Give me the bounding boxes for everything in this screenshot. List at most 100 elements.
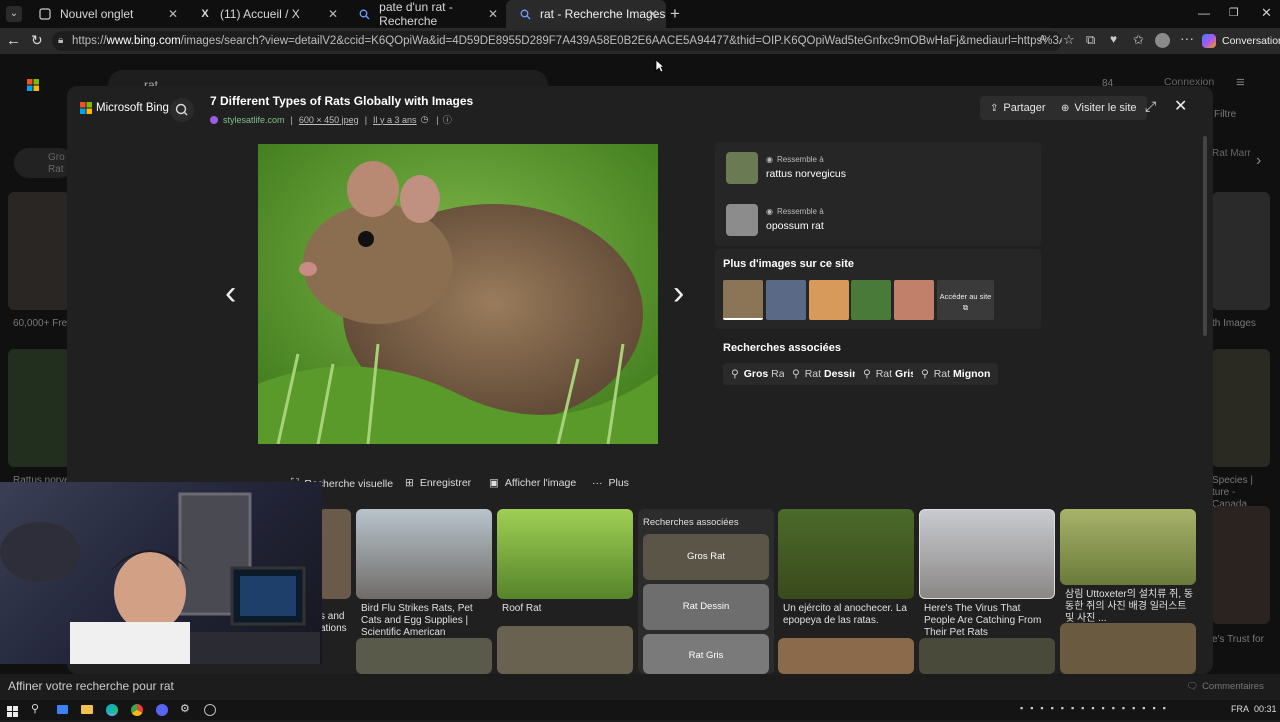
access-site-button[interactable]: Accéder au site ⧉: [937, 280, 994, 320]
read-aloud-icon[interactable]: Aᐧ: [1039, 34, 1048, 45]
right-result-thumb-1[interactable]: [1212, 192, 1270, 310]
expand-icon[interactable]: ⤢: [1145, 98, 1156, 115]
result-thumb-korean[interactable]: [1060, 509, 1196, 585]
left-result-thumb-1[interactable]: [8, 192, 70, 310]
source-link[interactable]: stylesatlife.com: [223, 115, 285, 125]
tray-icons[interactable]: ▪▪▪▪▪▪▪▪▪▪▪▪▪▪▪: [1020, 703, 1173, 713]
result-thumb-roof-rat[interactable]: [497, 509, 633, 599]
grid-related-gros-rat[interactable]: Gros Rat: [643, 534, 769, 580]
copilot-icon: [1202, 34, 1216, 48]
tab-rat-paw-search[interactable]: pate d'un rat - Recherche ✕: [346, 0, 506, 28]
minimize-icon[interactable]: —: [1198, 6, 1210, 20]
image-age[interactable]: Il y a 3 ans: [373, 115, 417, 125]
resembles-item[interactable]: ◉ Ressemble à opossum rat: [726, 204, 1026, 238]
menu-hamburger-icon[interactable]: ≡: [1236, 74, 1245, 91]
info-icon[interactable]: ⓘ: [443, 113, 452, 126]
close-modal-icon[interactable]: ✕: [1174, 96, 1187, 116]
windows-start-icon[interactable]: [7, 704, 18, 717]
modal-scrollbar[interactable]: [1203, 136, 1207, 336]
site-image-thumb[interactable]: [766, 280, 806, 320]
filter-button[interactable]: Filtre: [1214, 109, 1236, 120]
taskbar-search-icon[interactable]: ⚲: [31, 702, 39, 715]
image-meta: stylesatlife.com | 600 × 450 jpeg | Il y…: [210, 113, 452, 126]
language-indicator[interactable]: FRA: [1231, 704, 1249, 714]
left-related-chip[interactable]: Gro Rat: [14, 148, 74, 178]
favorites-list-icon[interactable]: ✩: [1133, 32, 1144, 48]
resembles-item[interactable]: ◉ Ressemble à rattus norvegicus: [726, 152, 1026, 186]
image-size[interactable]: 600 × 450 jpeg: [299, 115, 359, 125]
resembles-thumb: [726, 204, 758, 236]
search-icon: [358, 7, 371, 21]
site-image-thumb[interactable]: [851, 280, 891, 320]
tab-close-icon[interactable]: ✕: [648, 7, 658, 21]
tab-close-icon[interactable]: ✕: [168, 7, 178, 21]
tab-new-tab[interactable]: Nouvel onglet ✕: [26, 0, 186, 28]
result-thumb-row2[interactable]: [1060, 623, 1196, 674]
right-related-chip[interactable]: Rat Marr: [1212, 148, 1260, 180]
tab-x-home[interactable]: X (11) Accueil / X ✕: [186, 0, 346, 28]
tab-rat-images[interactable]: rat - Recherche Images ✕: [506, 0, 666, 28]
bing-logo[interactable]: Microsoft Bing: [80, 102, 169, 114]
site-image-thumb[interactable]: [894, 280, 934, 320]
chrome-icon[interactable]: [131, 704, 143, 716]
profile-avatar[interactable]: [1155, 33, 1170, 48]
visit-site-button[interactable]: ⊕ Visiter le site: [1051, 96, 1147, 120]
address-toolbar: ← ↻ 🔒︎ https://www.bing.com/images/searc…: [0, 28, 1280, 54]
file-explorer-icon[interactable]: [57, 705, 68, 714]
result-thumb-bird-flu[interactable]: [356, 509, 492, 599]
folder-icon[interactable]: [81, 705, 93, 714]
main-image[interactable]: [258, 144, 658, 444]
discord-icon[interactable]: [156, 704, 168, 716]
share-button[interactable]: ⇪ Partager: [980, 96, 1056, 120]
right-result-thumb-3[interactable]: [1212, 506, 1270, 624]
site-image-thumb[interactable]: [723, 280, 763, 320]
edge-browser-icon[interactable]: [106, 704, 118, 716]
result-thumb-row2[interactable]: [497, 626, 633, 674]
result-caption-ejercito: Un ejército al anochecer. La epopeya de …: [783, 603, 907, 626]
save-button[interactable]: ⊞ Enregistrer: [405, 477, 471, 489]
restore-icon[interactable]: ❐: [1229, 6, 1239, 19]
result-thumb-row2[interactable]: [356, 638, 492, 674]
right-result-caption-1: th Images: [1212, 318, 1256, 329]
result-thumb-row2[interactable]: [778, 638, 914, 674]
extensions-puzzle-icon[interactable]: ⧉: [1086, 32, 1095, 48]
view-image-button[interactable]: ▣ Afficher l'image: [489, 477, 576, 489]
settings-gear-icon[interactable]: ⚙: [180, 702, 190, 715]
refine-search-input[interactable]: Affiner votre recherche pour rat: [8, 679, 174, 693]
favorite-star-icon[interactable]: ☆: [1063, 32, 1075, 48]
feedback-button[interactable]: 🗨︎ Commentaires: [1186, 681, 1264, 692]
tab-close-icon[interactable]: ✕: [488, 7, 498, 21]
refresh-icon[interactable]: ↻: [31, 32, 43, 49]
image-title[interactable]: 7 Different Types of Rats Globally with …: [210, 94, 473, 108]
site-image-thumb[interactable]: [809, 280, 849, 320]
tab-close-icon[interactable]: ✕: [328, 7, 338, 21]
browser-essentials-icon[interactable]: ♥: [1110, 32, 1117, 46]
chevron-right-icon[interactable]: ›: [1256, 152, 1261, 170]
settings-more-icon[interactable]: ···: [1180, 30, 1194, 46]
more-actions-button[interactable]: ··· Plus: [592, 477, 629, 489]
new-tab-plus-icon[interactable]: +: [670, 4, 680, 24]
grid-related-rat-gris[interactable]: Rat Gris: [643, 634, 769, 674]
close-window-icon[interactable]: ✕: [1261, 5, 1272, 21]
address-input[interactable]: 🔒︎ https://www.bing.com/images/search?vi…: [52, 31, 1062, 51]
next-image-arrow-icon[interactable]: ›: [673, 276, 684, 310]
right-result-thumb-2[interactable]: [1212, 349, 1270, 467]
brand-name: Microsoft Bing: [96, 102, 169, 114]
copilot-conversation-button[interactable]: Conversation: [1202, 32, 1280, 50]
clock[interactable]: 00:31: [1254, 704, 1277, 714]
result-thumb-virus[interactable]: [919, 509, 1055, 599]
more-images-title: Plus d'images sur ce site: [723, 258, 855, 270]
related-chip-rat-mignon[interactable]: ⚲ Rat Mignon: [913, 363, 999, 385]
result-thumb-ejercito[interactable]: [778, 509, 914, 599]
app-circle-icon[interactable]: [204, 704, 216, 716]
tab-list-dropdown-icon[interactable]: ⌄: [6, 6, 22, 22]
result-thumb-partial[interactable]: [319, 509, 351, 599]
modal-search-icon[interactable]: [170, 98, 194, 122]
back-arrow-icon[interactable]: ←: [6, 32, 21, 49]
refine-search-bar: Affiner votre recherche pour rat 🗨︎ Comme…: [0, 674, 1280, 702]
previous-image-arrow-icon[interactable]: ‹: [225, 276, 236, 310]
grid-related-rat-dessin[interactable]: Rat Dessin: [643, 584, 769, 630]
result-thumb-row2[interactable]: [919, 638, 1055, 674]
left-result-thumb-2[interactable]: [8, 349, 70, 467]
resembles-thumb: [726, 152, 758, 184]
